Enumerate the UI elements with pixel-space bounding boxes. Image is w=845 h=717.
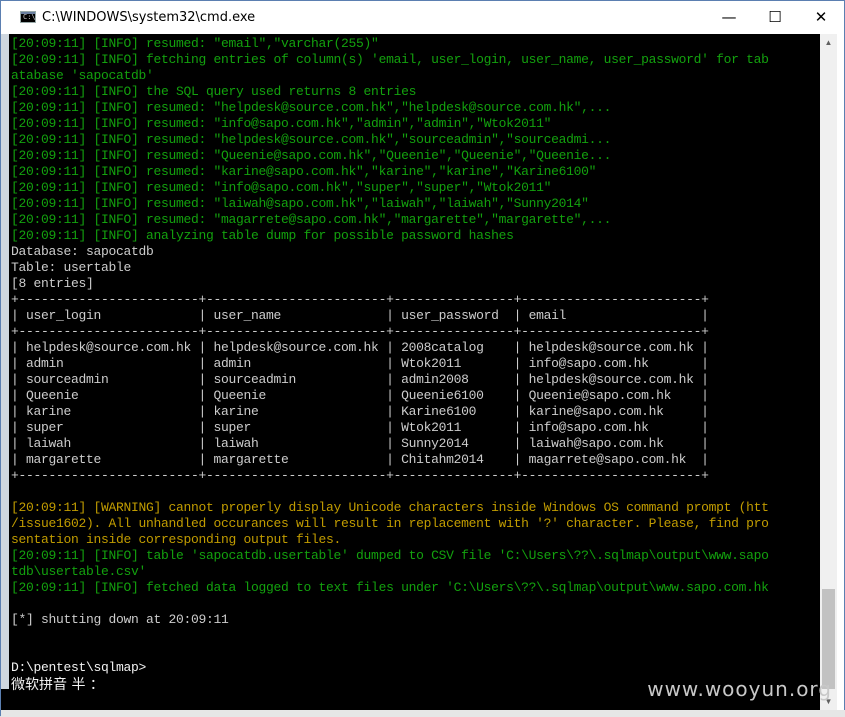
console-line: | laiwah | laiwah | Sunny2014 | laiwah@s… xyxy=(11,436,709,451)
console-line: [20:09:11] [INFO] resumed: "karine@sapo.… xyxy=(11,164,597,179)
console-line: +------------------------+--------------… xyxy=(11,324,709,339)
console-line: +------------------------+--------------… xyxy=(11,468,709,483)
scroll-up-arrow-icon[interactable]: ▲ xyxy=(820,34,837,51)
console-line: [20:09:11] [INFO] fetched data logged to… xyxy=(11,580,769,595)
close-button[interactable]: ✕ xyxy=(798,1,844,33)
console-line: tdb\usertable.csv' xyxy=(11,564,147,579)
maximize-button[interactable]: ☐ xyxy=(752,1,798,33)
console-line: [20:09:11] [INFO] fetching entries of co… xyxy=(11,52,769,67)
watermark: www.wooyun.org xyxy=(647,677,832,701)
console-line: sentation inside corresponding output fi… xyxy=(11,532,342,547)
console-line: | user_login | user_name | user_password… xyxy=(11,308,709,323)
console-line: [8 entries] xyxy=(11,276,94,291)
console-line: atabase 'sapocatdb' xyxy=(11,68,154,83)
minimize-button[interactable]: — xyxy=(706,1,752,33)
console-line: [20:09:11] [INFO] resumed: "helpdesk@sou… xyxy=(11,100,612,115)
console-lines: [20:09:11] [INFO] resumed: "email","varc… xyxy=(11,36,769,676)
vertical-scrollbar[interactable]: ▲ ▼ xyxy=(820,34,837,710)
console-line: | helpdesk@source.com.hk | helpdesk@sour… xyxy=(11,340,709,355)
console-line: /issue1602). All unhandled occurances wi… xyxy=(11,516,769,531)
title-bar[interactable]: C:\ C:\WINDOWS\system32\cmd.exe — ☐ ✕ xyxy=(1,1,844,33)
console-line: [20:09:11] [INFO] resumed: "helpdesk@sou… xyxy=(11,132,612,147)
window-title: C:\WINDOWS\system32\cmd.exe xyxy=(42,9,256,25)
left-background-strip xyxy=(1,34,9,710)
console-line: [20:09:11] [INFO] the SQL query used ret… xyxy=(11,84,417,99)
console-line: | Queenie | Queenie | Queenie6100 | Quee… xyxy=(11,388,709,403)
cmd-app-icon[interactable]: C:\ xyxy=(20,11,36,23)
cmd-window: C:\ C:\WINDOWS\system32\cmd.exe — ☐ ✕ [2… xyxy=(0,0,845,717)
console-line: | sourceadmin | sourceadmin | admin2008 … xyxy=(11,372,709,387)
console-line: D:\pentest\sqlmap> xyxy=(11,660,147,675)
console-line: | margarette | margarette | Chitahm2014 … xyxy=(11,452,709,467)
console-line: +------------------------+--------------… xyxy=(11,292,709,307)
console-line: [20:09:11] [INFO] resumed: "Queenie@sapo… xyxy=(11,148,612,163)
console-line: [20:09:11] [INFO] analyzing table dump f… xyxy=(11,228,514,243)
scrollbar-thumb[interactable] xyxy=(822,589,835,689)
console-line: Table: usertable xyxy=(11,260,132,275)
console-line: [20:09:11] [INFO] resumed: "magarrete@sa… xyxy=(11,212,612,227)
ime-status-text: 微软拼音 半 ： xyxy=(11,677,104,693)
console-line: [20:09:11] [INFO] table 'sapocatdb.usert… xyxy=(11,548,769,563)
console-line: [*] shutting down at 20:09:11 xyxy=(11,612,229,627)
console-line: [20:09:11] [WARNING] cannot properly dis… xyxy=(11,500,769,515)
caption-buttons: — ☐ ✕ xyxy=(706,1,844,33)
console-line: [20:09:11] [INFO] resumed: "email","varc… xyxy=(11,36,379,51)
console-line: | super | super | Wtok2011 | info@sapo.c… xyxy=(11,420,709,435)
console-line: [20:09:11] [INFO] resumed: "info@sapo.co… xyxy=(11,180,552,195)
console-output-area[interactable]: [20:09:11] [INFO] resumed: "email","varc… xyxy=(9,34,820,689)
console-line: | admin | admin | Wtok2011 | info@sapo.c… xyxy=(11,356,709,371)
console-line: | karine | karine | Karine6100 | karine@… xyxy=(11,404,709,419)
console-line: Database: sapocatdb xyxy=(11,244,154,259)
console-line: [20:09:11] [INFO] resumed: "info@sapo.co… xyxy=(11,116,552,131)
console-line: [20:09:11] [INFO] resumed: "laiwah@sapo.… xyxy=(11,196,589,211)
